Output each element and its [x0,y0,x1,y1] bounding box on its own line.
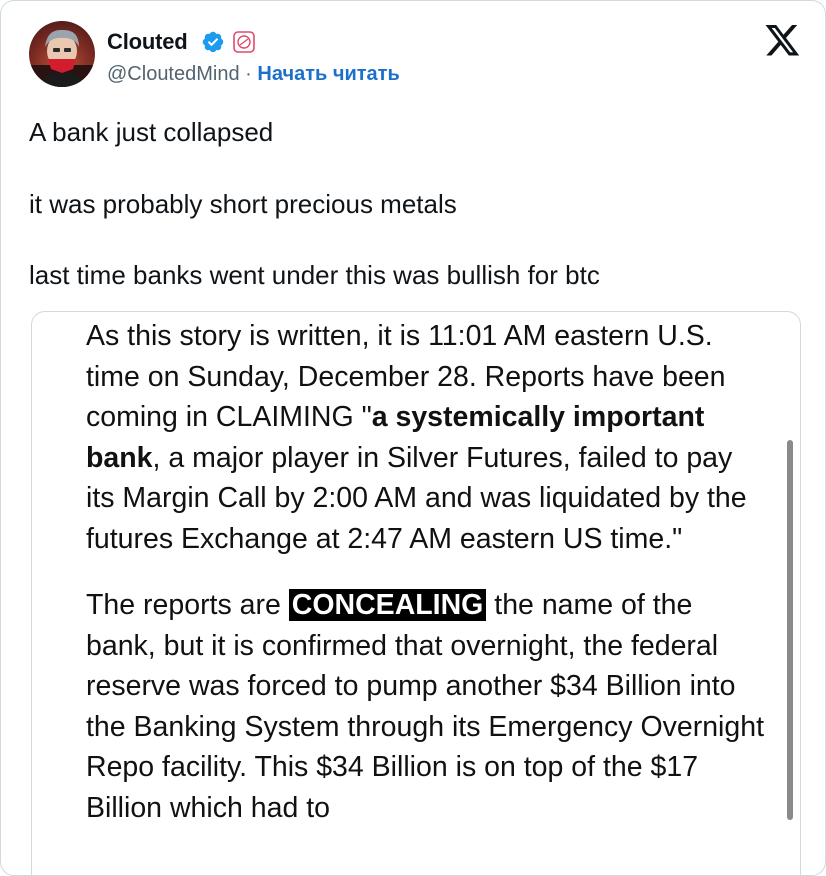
x-logo-icon[interactable] [765,25,801,57]
highlighted-word: CONCEALING [288,589,487,621]
article-text: As this story is written, it is 11:01 AM… [86,316,766,828]
tweet-text-line-1: A bank just collapsed [29,117,274,147]
verified-badge-icon [202,31,224,53]
article-paragraph-1: As this story is written, it is 11:01 AM… [86,316,766,559]
author-name[interactable]: Clouted [107,29,188,55]
scrollbar-thumb[interactable] [787,440,793,820]
avatar-image [29,29,95,87]
separator-dot: · [245,63,252,85]
affiliate-badge-icon [233,31,255,53]
avatar[interactable] [29,21,95,87]
article-text-run: , a major player in Silver Futures, fail… [86,441,747,555]
follow-link[interactable]: Начать читать [257,63,399,85]
tweet-text-line-2: it was probably short precious metals [29,189,457,219]
article-paragraph-2: The reports are CONCEALING the name of t… [86,585,766,828]
article-text-run: the name of the bank, but it is confirme… [86,589,765,824]
author-handle[interactable]: @CloutedMind [107,63,240,85]
article-text-run: The reports are [86,589,289,621]
tweet-text-line-3: last time banks went under this was bull… [29,260,600,290]
handle-row: @CloutedMind · Начать читать [107,61,400,87]
tweet-card: Clouted @CloutedMind · Начать читать A b… [0,0,826,876]
media-image[interactable]: As this story is written, it is 11:01 AM… [31,311,801,875]
